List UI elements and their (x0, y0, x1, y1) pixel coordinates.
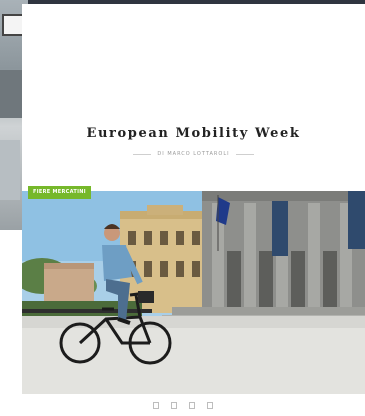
byline-row: DI MARCO LOTTAROLI (22, 151, 365, 157)
previous-slide-image-part (2, 14, 24, 36)
category-badge[interactable]: FIERE MERCATINI (28, 186, 91, 199)
post-header: European Mobility Week DI MARCO LOTTAROL… (22, 4, 365, 190)
previous-slide-image-part (0, 140, 20, 200)
divider (133, 153, 152, 155)
post-photo[interactable] (22, 191, 365, 394)
pager-dot[interactable] (152, 402, 159, 409)
slider-pager (0, 402, 365, 409)
divider (235, 153, 254, 155)
pager-dot[interactable] (188, 402, 195, 409)
pager-dot[interactable] (170, 402, 177, 409)
post-author: DI MARCO LOTTAROLI (157, 151, 230, 157)
photo-illustration (22, 191, 365, 394)
pager-dot[interactable] (206, 402, 213, 409)
post-title[interactable]: European Mobility Week (22, 126, 365, 141)
